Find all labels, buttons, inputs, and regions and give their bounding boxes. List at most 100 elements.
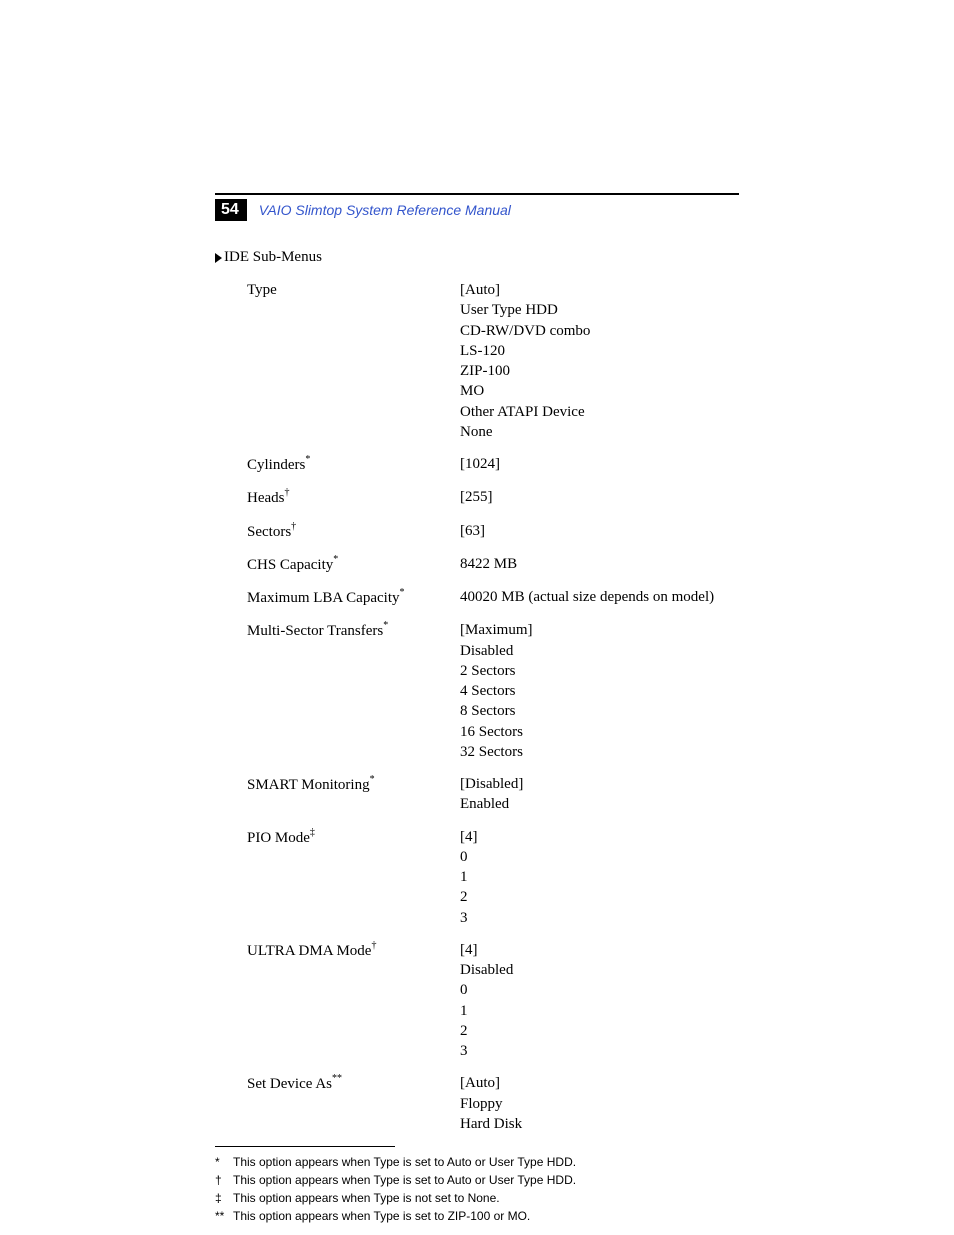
footnotes: *This option appears when Type is set to… — [215, 1153, 739, 1225]
setting-values: [255] — [460, 487, 493, 507]
setting-value: Hard Disk — [460, 1114, 522, 1134]
footnote-text: This option appears when Type is set to … — [233, 1207, 530, 1225]
setting-value: Disabled — [460, 960, 513, 980]
table-row: Cylinders*[1024] — [247, 454, 739, 475]
table-row: Multi-Sector Transfers*[Maximum]Disabled… — [247, 620, 739, 762]
footnote-text: This option appears when Type is set to … — [233, 1153, 576, 1171]
setting-values: [Disabled]Enabled — [460, 774, 523, 815]
setting-value: [Disabled] — [460, 774, 523, 794]
setting-value: Disabled — [460, 641, 533, 661]
footnote-marker: * — [305, 454, 310, 465]
footnote-symbol: † — [215, 1171, 233, 1189]
setting-label: PIO Mode‡ — [247, 827, 460, 848]
setting-value: 4 Sectors — [460, 681, 533, 701]
footnote: ‡This option appears when Type is not se… — [215, 1189, 739, 1207]
setting-value: 8 Sectors — [460, 701, 533, 721]
setting-value: 3 — [460, 1041, 513, 1061]
footnote-marker: † — [291, 521, 296, 532]
setting-values: 40020 MB (actual size depends on model) — [460, 587, 714, 607]
setting-value: [1024] — [460, 454, 500, 474]
footnote-text: This option appears when Type is not set… — [233, 1189, 500, 1207]
setting-value: [63] — [460, 521, 485, 541]
footnote: †This option appears when Type is set to… — [215, 1171, 739, 1189]
setting-value: [4] — [460, 827, 478, 847]
setting-value: Other ATAPI Device — [460, 402, 590, 422]
footnote-marker: * — [399, 587, 404, 598]
setting-values: [Maximum]Disabled2 Sectors4 Sectors8 Sec… — [460, 620, 533, 762]
setting-value: LS-120 — [460, 341, 590, 361]
setting-label: CHS Capacity* — [247, 554, 460, 575]
table-row: CHS Capacity*8422 MB — [247, 554, 739, 575]
table-row: ULTRA DMA Mode†[4]Disabled0123 — [247, 940, 739, 1062]
table-row: Maximum LBA Capacity*40020 MB (actual si… — [247, 587, 739, 608]
page-header: 54 VAIO Slimtop System Reference Manual — [215, 199, 739, 221]
footnote-symbol: * — [215, 1153, 233, 1171]
table-row: Heads†[255] — [247, 487, 739, 508]
setting-value: CD-RW/DVD combo — [460, 321, 590, 341]
setting-values: [Auto]User Type HDDCD-RW/DVD comboLS-120… — [460, 280, 590, 442]
setting-label: Multi-Sector Transfers* — [247, 620, 460, 641]
table-row: PIO Mode‡[4]0123 — [247, 827, 739, 928]
setting-value: 8422 MB — [460, 554, 517, 574]
footnote-marker: * — [333, 554, 338, 565]
setting-value: 0 — [460, 980, 513, 1000]
setting-value: 0 — [460, 847, 478, 867]
setting-value: [255] — [460, 487, 493, 507]
setting-value: 1 — [460, 1001, 513, 1021]
setting-value: MO — [460, 381, 590, 401]
setting-values: [Auto]FloppyHard Disk — [460, 1073, 522, 1134]
triangle-right-icon — [215, 253, 222, 263]
section-title-text: IDE Sub-Menus — [224, 249, 322, 266]
settings-table: Type[Auto]User Type HDDCD-RW/DVD comboLS… — [247, 280, 739, 1134]
section-title: IDE Sub-Menus — [215, 249, 739, 266]
footnote-marker: * — [383, 620, 388, 631]
setting-value: [Auto] — [460, 280, 590, 300]
setting-value: ZIP-100 — [460, 361, 590, 381]
setting-label: Set Device As** — [247, 1073, 460, 1094]
setting-label: ULTRA DMA Mode† — [247, 940, 460, 961]
table-row: Set Device As**[Auto]FloppyHard Disk — [247, 1073, 739, 1134]
footnote-marker: † — [285, 487, 290, 498]
footnote-divider — [215, 1146, 395, 1147]
footnote-marker: † — [371, 940, 376, 951]
setting-values: 8422 MB — [460, 554, 517, 574]
table-row: Sectors†[63] — [247, 521, 739, 542]
setting-label: Maximum LBA Capacity* — [247, 587, 460, 608]
setting-value: 2 — [460, 1021, 513, 1041]
setting-values: [1024] — [460, 454, 500, 474]
setting-value: 2 Sectors — [460, 661, 533, 681]
setting-values: [4]Disabled0123 — [460, 940, 513, 1062]
setting-value: [Maximum] — [460, 620, 533, 640]
setting-values: [4]0123 — [460, 827, 478, 928]
setting-value: 40020 MB (actual size depends on model) — [460, 587, 714, 607]
setting-value: [4] — [460, 940, 513, 960]
setting-value: User Type HDD — [460, 300, 590, 320]
setting-value: 2 — [460, 887, 478, 907]
manual-title: VAIO Slimtop System Reference Manual — [259, 202, 511, 218]
table-row: SMART Monitoring*[Disabled]Enabled — [247, 774, 739, 815]
setting-label: Cylinders* — [247, 454, 460, 475]
setting-value: 32 Sectors — [460, 742, 533, 762]
footnote-marker: ‡ — [310, 827, 315, 838]
setting-value: 1 — [460, 867, 478, 887]
setting-value: Floppy — [460, 1094, 522, 1114]
setting-value: Enabled — [460, 794, 523, 814]
footnote-symbol: ‡ — [215, 1189, 233, 1207]
setting-values: [63] — [460, 521, 485, 541]
footnote: **This option appears when Type is set t… — [215, 1207, 739, 1225]
setting-label: Heads† — [247, 487, 460, 508]
setting-value: [Auto] — [460, 1073, 522, 1093]
footnote-symbol: ** — [215, 1207, 233, 1225]
footnote-marker: * — [370, 774, 375, 785]
footnote-marker: ** — [332, 1073, 342, 1084]
setting-label: Sectors† — [247, 521, 460, 542]
table-row: Type[Auto]User Type HDDCD-RW/DVD comboLS… — [247, 280, 739, 442]
setting-value: None — [460, 422, 590, 442]
page-number: 54 — [215, 199, 247, 221]
setting-value: 16 Sectors — [460, 722, 533, 742]
setting-value: 3 — [460, 908, 478, 928]
footnote: *This option appears when Type is set to… — [215, 1153, 739, 1171]
setting-label: SMART Monitoring* — [247, 774, 460, 795]
setting-label: Type — [247, 280, 460, 300]
footnote-text: This option appears when Type is set to … — [233, 1171, 576, 1189]
